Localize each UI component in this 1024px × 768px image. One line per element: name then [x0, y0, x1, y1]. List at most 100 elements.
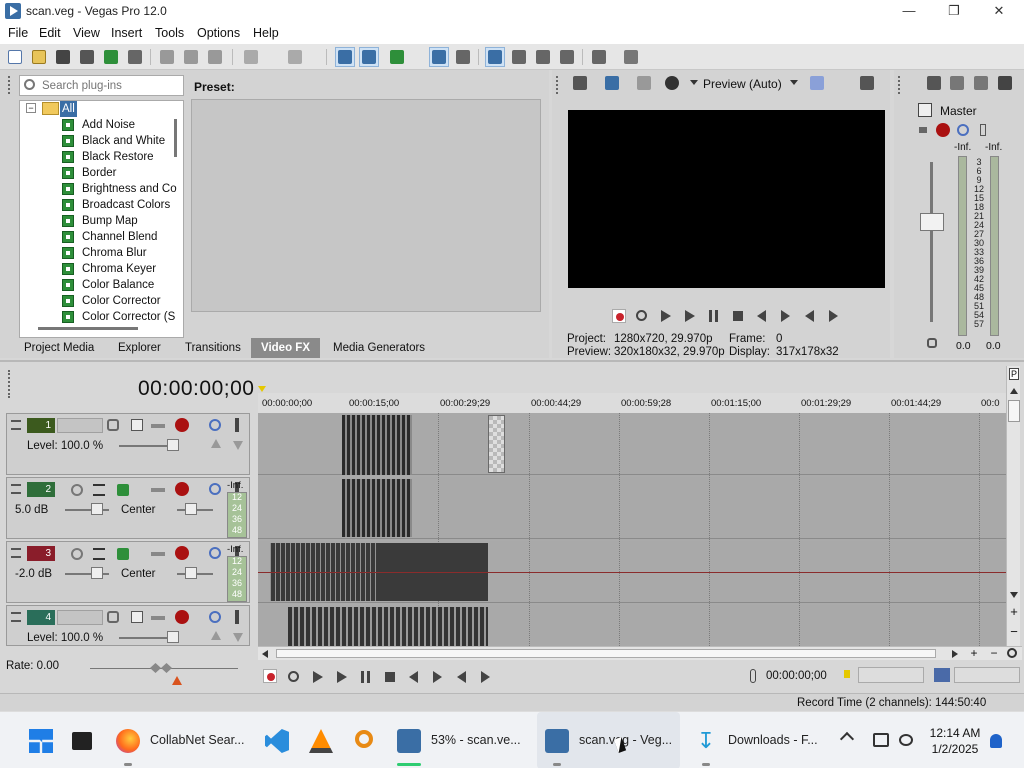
track-options-icon[interactable]: [235, 418, 239, 432]
taskbar-vlc[interactable]: [307, 712, 335, 768]
redo-icon[interactable]: [286, 48, 304, 66]
move-up-icon[interactable]: [211, 631, 221, 640]
track-header-1[interactable]: 1 Level: 100.0 %: [6, 413, 250, 475]
plugin-list-item[interactable]: Brightness and Co: [60, 181, 183, 197]
arm-record-icon[interactable]: [71, 484, 83, 496]
previous-frame-icon[interactable]: [454, 669, 470, 685]
video-clip[interactable]: [288, 607, 488, 646]
next-frame-icon[interactable]: [826, 308, 842, 324]
pause-icon[interactable]: [358, 669, 374, 685]
volume-envelope-line[interactable]: [258, 572, 1006, 573]
play-from-start-icon[interactable]: [310, 669, 326, 685]
loop-playback-icon[interactable]: [286, 669, 302, 685]
scroll-down-icon[interactable]: [1010, 592, 1018, 598]
close-button[interactable]: ✕: [976, 0, 1022, 22]
record-button[interactable]: [263, 669, 277, 683]
zoom-in-time-icon[interactable]: +: [968, 647, 980, 659]
scroll-up-icon[interactable]: [1010, 388, 1018, 394]
normal-edit-tool-icon[interactable]: [485, 47, 505, 67]
tab-project-media[interactable]: Project Media: [14, 338, 104, 358]
preset-pane[interactable]: [191, 99, 541, 312]
selection-length-field[interactable]: [954, 667, 1020, 683]
plugin-list-item[interactable]: Border: [60, 165, 183, 181]
plugin-list-item[interactable]: Broadcast Colors: [60, 197, 183, 213]
track-fx-gear-icon[interactable]: [175, 610, 189, 624]
taskbar-firefox[interactable]: CollabNet Sear...: [112, 712, 246, 768]
track-name-field[interactable]: [57, 418, 103, 433]
audio-clip[interactable]: [342, 479, 412, 537]
solo-icon[interactable]: [209, 611, 221, 623]
play-icon[interactable]: [682, 308, 698, 324]
taskbar-downloads[interactable]: ↧ Downloads - F...: [692, 712, 826, 768]
dock-splitter[interactable]: [0, 360, 1024, 362]
track-fx-gear-icon[interactable]: [175, 546, 189, 560]
plugin-list-item[interactable]: Chroma Keyer: [60, 261, 183, 277]
marker-flag-icon[interactable]: [258, 386, 266, 392]
plugin-list-item[interactable]: Black Restore: [60, 149, 183, 165]
copy-snapshot-icon[interactable]: [858, 74, 876, 92]
copy-icon[interactable]: [182, 48, 200, 66]
invert-phase-icon[interactable]: [93, 548, 105, 560]
play-from-start-icon[interactable]: [658, 308, 674, 324]
clock-date[interactable]: 1/2/2025: [925, 742, 985, 756]
mute-link-icon[interactable]: [151, 552, 165, 556]
minimize-button[interactable]: —: [886, 0, 932, 22]
video-clip[interactable]: [342, 415, 412, 475]
pause-icon[interactable]: [706, 308, 722, 324]
go-to-start-icon[interactable]: [754, 308, 770, 324]
timeline-horizontal-scrollbar[interactable]: + −: [258, 646, 1022, 660]
restore-button[interactable]: ❐: [931, 0, 977, 22]
undo-icon[interactable]: [242, 48, 260, 66]
external-monitor-icon[interactable]: [603, 74, 621, 92]
rate-warning-icon[interactable]: [172, 676, 182, 685]
track-header-3[interactable]: 3 -2.0 dB Center -Inf. 12 24 36 48: [6, 541, 250, 603]
plugin-tree[interactable]: − All Add Noise Black and White Black Rest…: [19, 100, 184, 338]
plugin-search-box[interactable]: [19, 75, 184, 96]
insert-fx-icon[interactable]: [980, 124, 986, 136]
move-down-icon[interactable]: [233, 633, 243, 642]
plugin-list-item[interactable]: Color Corrector (S: [60, 309, 183, 325]
move-down-icon[interactable]: [233, 441, 243, 450]
selection-tool-icon[interactable]: [534, 48, 552, 66]
rate-slider-thumb[interactable]: [150, 663, 172, 673]
track-expand-icon[interactable]: [11, 612, 21, 622]
stop-icon[interactable]: [730, 308, 746, 324]
preview-quality-select[interactable]: Preview (Auto): [703, 77, 782, 91]
dock-grip[interactable]: [8, 76, 14, 94]
track-fx-gear-icon[interactable]: [175, 482, 189, 496]
tree-vertical-scrollbar[interactable]: [174, 119, 177, 157]
level-slider-thumb[interactable]: [167, 439, 179, 451]
master-grip[interactable]: [898, 76, 903, 94]
loop-region-field[interactable]: [858, 667, 924, 683]
menu-file[interactable]: File: [8, 26, 28, 40]
plugin-list-item[interactable]: Add Noise: [60, 117, 183, 133]
lock-fader-icon[interactable]: [948, 74, 966, 92]
track-motion-icon[interactable]: [131, 419, 143, 431]
tab-video-fx[interactable]: Video FX: [251, 338, 320, 358]
move-up-icon[interactable]: [211, 439, 221, 448]
master-properties-icon[interactable]: [925, 74, 943, 92]
track-motion-icon[interactable]: [131, 611, 143, 623]
mute-link-icon[interactable]: [151, 616, 165, 620]
overlays-icon[interactable]: [808, 74, 826, 92]
pan-slider-thumb[interactable]: [185, 503, 197, 515]
open-folder-icon[interactable]: [30, 48, 48, 66]
tree-horizontal-scrollbar[interactable]: [38, 327, 138, 330]
mute-toggle-icon[interactable]: [917, 124, 929, 136]
solo-bypass-icon[interactable]: [957, 124, 969, 136]
next-frame-icon[interactable]: [478, 669, 494, 685]
clock-time[interactable]: 12:14 AM: [925, 726, 985, 740]
track-expand-icon[interactable]: [11, 548, 21, 558]
plugin-list-item[interactable]: Color Balance: [60, 277, 183, 293]
taskbar-vscode[interactable]: [263, 712, 291, 768]
zoom-tool-icon[interactable]: [558, 48, 576, 66]
go-to-start-icon[interactable]: [406, 669, 422, 685]
hand-icon[interactable]: [590, 48, 608, 66]
stop-icon[interactable]: [382, 669, 398, 685]
scroll-right-icon[interactable]: [952, 650, 958, 658]
level-slider-thumb[interactable]: [167, 631, 179, 643]
video-preview-screen[interactable]: [568, 110, 885, 288]
lock-icon[interactable]: [927, 338, 937, 348]
previous-frame-icon[interactable]: [802, 308, 818, 324]
track-header-2[interactable]: 2 5.0 dB Center -Inf. 12 24 36 48: [6, 477, 250, 539]
